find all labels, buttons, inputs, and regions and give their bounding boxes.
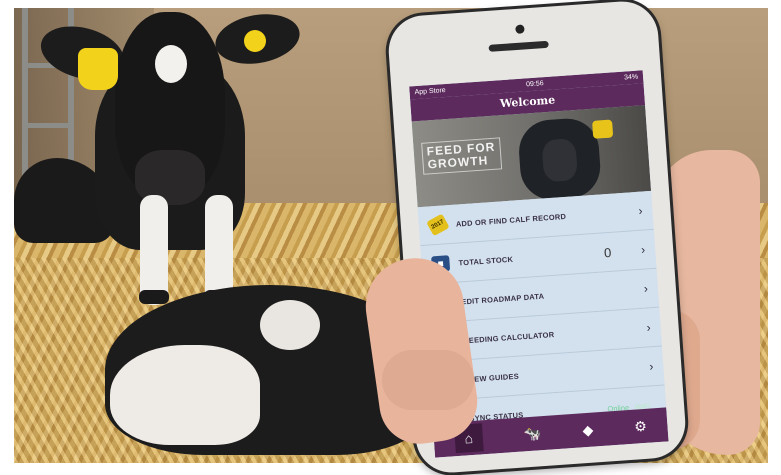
- yellow-ear-tag-small: [244, 30, 266, 52]
- status-battery: 34%: [623, 73, 639, 82]
- gear-icon[interactable]: ⚙: [634, 417, 648, 435]
- status-carrier: App Store: [414, 87, 446, 97]
- left-thumb-knuckle: [382, 350, 474, 410]
- lying-calf-white-patch: [260, 300, 320, 350]
- chevron-right-icon: ›: [648, 359, 654, 374]
- chevron-right-icon: ›: [646, 320, 652, 335]
- tag-icon: 2017: [426, 213, 450, 237]
- yellow-ear-tag: [78, 48, 118, 90]
- calf-hoof: [139, 290, 169, 304]
- tag-icon[interactable]: ◆: [582, 421, 594, 439]
- menu-label: VIEW GUIDES: [466, 371, 520, 384]
- status-time: 09:56: [525, 80, 544, 89]
- cow-icon[interactable]: 🐄: [523, 425, 542, 443]
- menu-label: ADD OR FIND CALF RECORD: [455, 211, 567, 229]
- menu-label: EDIT ROADMAP DATA: [460, 291, 545, 306]
- lying-calf-white-patch: [110, 345, 260, 445]
- front-camera: [515, 24, 525, 34]
- total-stock-value: 0: [603, 244, 612, 260]
- chevron-right-icon: ›: [640, 242, 646, 257]
- chevron-right-icon: ›: [643, 281, 649, 296]
- hero-calf-face: [541, 138, 579, 183]
- hero-banner: FEED FOR GROWTH: [411, 105, 652, 208]
- calf-leg: [140, 195, 168, 305]
- hero-ear-tag: [592, 119, 614, 139]
- calf-white-blaze: [155, 45, 187, 83]
- chevron-right-icon: ›: [637, 203, 643, 218]
- menu-label: TOTAL STOCK: [458, 254, 514, 268]
- menu-label: FEEDING CALCULATOR: [463, 329, 555, 345]
- earpiece: [488, 40, 549, 52]
- feed-for-growth-logo: FEED FOR GROWTH: [421, 137, 502, 175]
